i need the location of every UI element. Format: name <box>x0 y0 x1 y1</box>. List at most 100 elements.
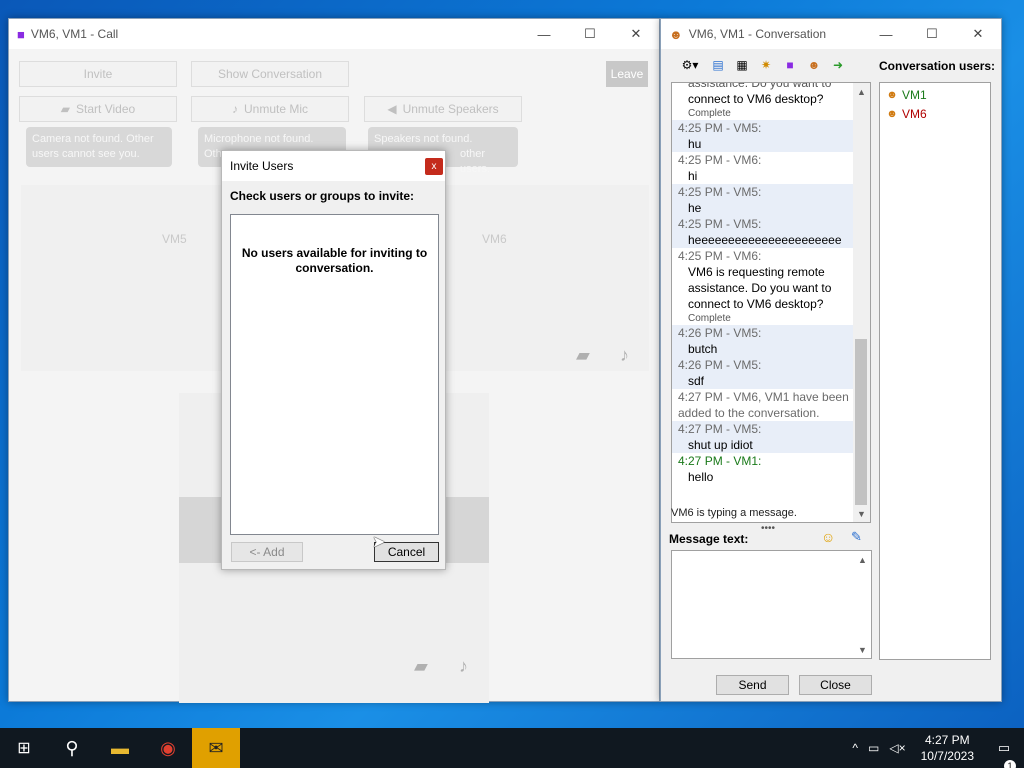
message-text: hello <box>688 470 714 484</box>
message-status: Complete <box>688 108 731 119</box>
taskbar: ⊞ ⚲ ▬ ◉ ✉ ^ ▭ ◁× 4:27 PM 10/7/2023 ▭ 1 <box>0 728 1024 768</box>
conversation-window: ☻ VM6, VM1 - Conversation — ☐ ✕ ⚙▾ ▤ ▦ ✷… <box>660 18 1002 702</box>
scrollbar-thumb[interactable] <box>855 339 867 505</box>
message-header: 4:26 PM - VM5: <box>678 326 762 340</box>
history-icon[interactable]: ▤ <box>707 55 729 75</box>
speakers-tooltip-line1: Speakers not found. <box>374 133 473 145</box>
conversation-user-list: ☻ VM1 ☻ VM6 <box>879 82 991 660</box>
scroll-down-icon[interactable]: ▼ <box>854 641 871 658</box>
unmute-speakers-label: Unmute Speakers <box>402 102 499 116</box>
clock-date: 10/7/2023 <box>920 749 974 763</box>
message-status: Complete <box>688 313 731 324</box>
camera-tooltip: Camera not found. Other users cannot see… <box>26 127 172 167</box>
chat-scrollbar[interactable]: ▲ ▼ <box>853 83 870 522</box>
file-explorer-button[interactable]: ▬ <box>96 728 144 768</box>
unmute-speakers-button[interactable]: ◀ Unmute Speakers <box>364 96 522 122</box>
call-titlebar: ■ VM6, VM1 - Call — ☐ ✕ <box>9 19 659 49</box>
maximize-button[interactable]: ☐ <box>909 19 955 49</box>
leave-button[interactable]: Leave <box>606 61 648 87</box>
chat-message: 4:26 PM - VM5: sdf <box>672 357 855 389</box>
invite-user-list[interactable]: No users available for inviting to conve… <box>230 214 439 535</box>
start-video-button[interactable]: ▰ Start Video <box>19 96 177 122</box>
conversation-titlebar: ☻ VM6, VM1 - Conversation — ☐ ✕ <box>661 19 1001 49</box>
user-name: VM6 <box>902 106 927 121</box>
notification-center-button[interactable]: ▭ 1 <box>984 740 1024 768</box>
chat-message: 4:27 PM - VM5: shut up idiot <box>672 421 855 453</box>
user-icon: ☻ <box>886 107 898 120</box>
chat-message: 4:27 PM - VM6, VM1 have been added to th… <box>672 389 855 421</box>
format-icon[interactable]: ✎ <box>851 529 862 545</box>
scroll-up-icon[interactable]: ▲ <box>853 83 870 100</box>
search-icon: ⚲ <box>65 737 79 758</box>
add-users-icon[interactable]: ☻ <box>803 55 825 75</box>
emoji-icon[interactable]: ☺ <box>821 529 835 545</box>
message-header: 4:27 PM - VM1: <box>678 454 762 468</box>
video-camera-icon: ■ <box>17 26 25 42</box>
exit-icon[interactable]: ➜ <box>827 55 849 75</box>
unmute-mic-button[interactable]: ♪ Unmute Mic <box>191 96 349 122</box>
clock[interactable]: 4:27 PM 10/7/2023 <box>911 732 984 764</box>
clock-time: 4:27 PM <box>924 733 970 747</box>
mic-off-icon: ♪ <box>231 102 238 116</box>
chat-message: 4:26 PM - VM5: butch <box>672 325 855 357</box>
message-input[interactable]: ▲ ▼ <box>671 550 872 659</box>
participant-vm5-label: VM5 <box>162 232 187 246</box>
chat-history[interactable]: assistance. Do you want to connect to VM6… <box>671 82 871 523</box>
remote-assistance-icon[interactable]: ✷ <box>755 55 777 75</box>
message-text: heeeeeeeeeeeeeeeeeeeeee <box>688 233 842 247</box>
video-call-icon[interactable]: ■ <box>779 55 801 75</box>
video-off-icon: ▰ <box>60 102 71 116</box>
invite-prompt: Check users or groups to invite: <box>230 189 415 203</box>
message-text: sdf <box>688 374 705 388</box>
scroll-down-icon[interactable]: ▼ <box>853 505 870 522</box>
user-item-vm1[interactable]: ☻ VM1 <box>880 85 990 104</box>
volume-muted-icon[interactable]: ◁× <box>884 741 910 755</box>
participant-vm6-label: VM6 <box>482 232 507 246</box>
add-button[interactable]: <- Add <box>231 542 303 562</box>
chat-bubble-icon: ✉ <box>208 737 224 758</box>
user-icon: ☻ <box>886 88 898 101</box>
chrome-button[interactable]: ◉ <box>144 728 192 768</box>
status-dropdown-icon[interactable]: ⚙▾ <box>675 55 705 75</box>
chat-message: 4:25 PM - VM5: hu <box>672 120 855 152</box>
chevron-up-icon[interactable]: ^ <box>847 741 863 755</box>
minimize-button[interactable]: — <box>863 19 909 49</box>
document-icon[interactable]: ▦ <box>731 55 753 75</box>
scroll-up-icon[interactable]: ▲ <box>854 551 871 568</box>
conversation-window-title: VM6, VM1 - Conversation <box>688 27 827 41</box>
notification-icon: ▭ <box>997 740 1011 755</box>
message-text: he <box>688 201 702 215</box>
message-header: 4:25 PM - VM5: <box>678 185 762 199</box>
minimize-button[interactable]: — <box>521 19 567 49</box>
users-icon: ☻ <box>669 26 683 42</box>
chrome-icon: ◉ <box>160 737 176 758</box>
invite-dialog-close-button[interactable]: x <box>425 158 443 175</box>
invite-users-dialog: Invite Users x Check users or groups to … <box>221 150 446 570</box>
message-text: butch <box>688 342 718 356</box>
message-text: hu <box>688 137 702 151</box>
mic-off-icon: ♪ <box>459 656 468 676</box>
notification-count: 1 <box>1004 760 1016 768</box>
invite-button[interactable]: Invite <box>19 61 177 87</box>
message-text: connect to VM6 desktop? <box>688 92 824 106</box>
unmute-mic-label: Unmute Mic <box>243 102 308 116</box>
message-header: 4:25 PM - VM6: <box>678 249 762 263</box>
start-button[interactable]: ⊞ <box>0 728 48 768</box>
message-header: 4:26 PM - VM5: <box>678 358 762 372</box>
show-conversation-button[interactable]: Show Conversation <box>191 61 349 87</box>
splitter-grip[interactable]: •••• <box>761 523 775 534</box>
maximize-button[interactable]: ☐ <box>567 19 613 49</box>
close-button[interactable]: ✕ <box>613 19 659 49</box>
messenger-button[interactable]: ✉ <box>192 728 240 768</box>
conversation-users-label: Conversation users: <box>879 59 996 73</box>
send-button[interactable]: Send <box>716 675 789 695</box>
close-button[interactable]: ✕ <box>955 19 1001 49</box>
search-button[interactable]: ⚲ <box>48 728 96 768</box>
start-video-label: Start Video <box>76 102 136 116</box>
message-text: VM6 is requesting remote assistance. Do … <box>688 265 832 311</box>
network-icon[interactable]: ▭ <box>863 741 884 755</box>
close-conversation-button[interactable]: Close <box>799 675 872 695</box>
user-item-vm6[interactable]: ☻ VM6 <box>880 104 990 123</box>
chat-message: 4:25 PM - VM5: he <box>672 184 855 216</box>
invite-dialog-title: Invite Users <box>230 159 294 173</box>
